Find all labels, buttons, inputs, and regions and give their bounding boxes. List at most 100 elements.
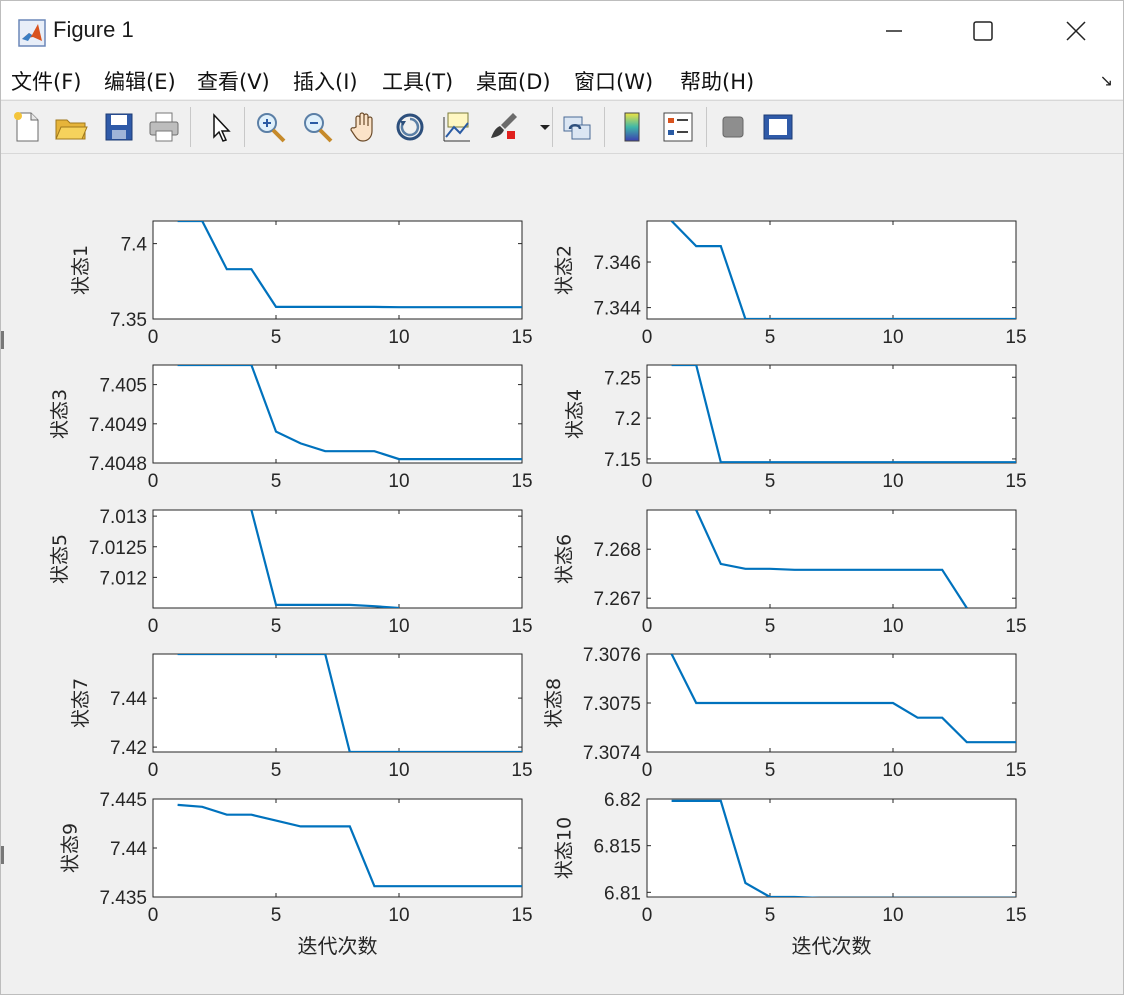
- y-axis-label: 状态2: [554, 245, 576, 295]
- show-plot-tools-icon[interactable]: [760, 109, 796, 145]
- y-tick-label: 7.35: [110, 310, 147, 331]
- y-tick-label: 7.3074: [583, 743, 642, 764]
- x-tick-label: 15: [511, 760, 532, 781]
- y-tick-label: 7.445: [99, 790, 147, 811]
- menu-tools[interactable]: 工具(T): [382, 66, 453, 96]
- menu-desktop[interactable]: 桌面(D): [476, 66, 551, 96]
- colorbar-icon[interactable]: [614, 109, 650, 145]
- toolbar-separator: [604, 107, 605, 147]
- brush-icon[interactable]: [485, 109, 521, 145]
- x-tick-label: 15: [511, 471, 532, 492]
- x-tick-label: 10: [388, 905, 409, 926]
- x-axis-label: 迭代次数: [792, 934, 872, 958]
- zoom-in-icon[interactable]: [253, 109, 289, 145]
- toolbar-separator: [706, 107, 707, 147]
- y-tick-label: 7.405: [99, 376, 147, 397]
- x-tick-label: 10: [882, 760, 903, 781]
- x-tick-label: 5: [765, 905, 776, 926]
- y-axis-label: 状态6: [554, 534, 576, 584]
- y-axis-label: 状态8: [543, 678, 565, 728]
- x-tick-label: 0: [148, 905, 159, 926]
- toolbar-separator: [190, 107, 191, 147]
- y-axis-label: 状态3: [49, 389, 71, 439]
- x-tick-label: 15: [1005, 616, 1026, 637]
- y-tick-label: 7.3076: [583, 645, 641, 666]
- x-tick-label: 10: [388, 616, 409, 637]
- window-edge-marker: [1, 331, 4, 349]
- x-tick-label: 0: [148, 760, 159, 781]
- figure-window: Figure 1 文件(F) 编辑(E) 查看(V) 插入(I) 工具(T) 桌…: [0, 0, 1124, 995]
- title-bar: Figure 1: [1, 1, 1123, 61]
- dock-arrow-icon[interactable]: ↘: [1100, 71, 1113, 90]
- menu-insert[interactable]: 插入(I): [293, 66, 358, 96]
- y-tick-label: 7.346: [593, 253, 641, 274]
- y-tick-label: 7.3075: [583, 694, 641, 715]
- hide-plot-tools-icon[interactable]: [715, 109, 751, 145]
- x-tick-label: 15: [1005, 760, 1026, 781]
- subplot-axes-10: [646, 798, 1017, 898]
- menu-view[interactable]: 查看(V): [197, 66, 270, 96]
- x-tick-label: 15: [1005, 327, 1026, 348]
- x-tick-label: 15: [1005, 471, 1026, 492]
- minimize-button[interactable]: [849, 1, 939, 61]
- window-edge-marker: [1, 846, 4, 864]
- menu-help[interactable]: 帮助(H): [680, 66, 754, 96]
- x-tick-label: 0: [148, 616, 159, 637]
- x-tick-label: 10: [388, 760, 409, 781]
- menu-window[interactable]: 窗口(W): [574, 66, 653, 96]
- y-tick-label: 7.013: [99, 507, 147, 528]
- x-tick-label: 0: [642, 327, 653, 348]
- zoom-out-icon[interactable]: [300, 109, 336, 145]
- x-tick-label: 5: [271, 905, 282, 926]
- rotate-3d-icon[interactable]: [392, 109, 428, 145]
- x-tick-label: 5: [271, 760, 282, 781]
- brush-dropdown-icon[interactable]: [527, 109, 550, 145]
- open-file-icon[interactable]: [53, 109, 89, 145]
- x-tick-label: 0: [642, 616, 653, 637]
- x-tick-label: 10: [882, 905, 903, 926]
- y-tick-label: 6.815: [593, 837, 641, 858]
- save-icon[interactable]: [101, 109, 137, 145]
- x-tick-label: 5: [271, 471, 282, 492]
- close-icon: [1066, 21, 1086, 41]
- new-figure-icon[interactable]: [9, 109, 45, 145]
- x-axis-label: 迭代次数: [298, 934, 378, 958]
- y-tick-label: 7.4048: [89, 454, 147, 475]
- y-tick-label: 7.268: [593, 540, 641, 561]
- y-axis-label: 状态10: [554, 817, 576, 879]
- figure-canvas: 0 5 10 15 7.35 7.4 状态1 0 5 10 15 7.344 7.346 状态2 0 5 10 1…: [1, 153, 1123, 994]
- subplot-axes-1: [152, 220, 523, 320]
- y-tick-label: 7.0125: [89, 538, 147, 559]
- x-tick-label: 5: [765, 616, 776, 637]
- x-tick-label: 5: [765, 327, 776, 348]
- x-tick-label: 0: [148, 471, 159, 492]
- maximize-button[interactable]: [938, 1, 1028, 61]
- subplot-axes-4: [646, 364, 1017, 464]
- x-tick-label: 15: [511, 616, 532, 637]
- close-button[interactable]: [1031, 1, 1121, 61]
- y-tick-label: 7.344: [593, 299, 641, 320]
- y-tick-label: 7.267: [593, 589, 641, 610]
- data-cursor-icon[interactable]: [438, 109, 474, 145]
- x-tick-label: 5: [765, 760, 776, 781]
- menu-edit[interactable]: 编辑(E): [104, 66, 176, 96]
- y-tick-label: 7.4: [121, 235, 148, 256]
- y-tick-label: 7.44: [110, 689, 147, 710]
- x-tick-label: 0: [642, 905, 653, 926]
- pointer-icon[interactable]: [202, 109, 238, 145]
- subplot-axes-5: [152, 509, 523, 609]
- subplot-axes-2: [646, 220, 1017, 320]
- y-tick-label: 7.012: [99, 568, 147, 589]
- y-tick-label: 7.42: [110, 738, 147, 759]
- subplot-grid: 0 5 10 15 7.35 7.4 状态10 5 10 15 7.344 7.346 状态2 0 5 10 1…: [49, 220, 1027, 958]
- link-plot-icon[interactable]: [560, 109, 596, 145]
- subplot-axes-9: [152, 798, 523, 898]
- menu-file[interactable]: 文件(F): [11, 66, 81, 96]
- menu-bar: 文件(F) 编辑(E) 查看(V) 插入(I) 工具(T) 桌面(D) 窗口(W…: [1, 61, 1123, 99]
- legend-icon[interactable]: [660, 109, 696, 145]
- y-tick-label: 7.44: [110, 839, 147, 860]
- print-icon[interactable]: [146, 109, 182, 145]
- subplot-axes-3: [152, 364, 523, 464]
- pan-hand-icon[interactable]: [346, 109, 382, 145]
- x-tick-label: 0: [642, 760, 653, 781]
